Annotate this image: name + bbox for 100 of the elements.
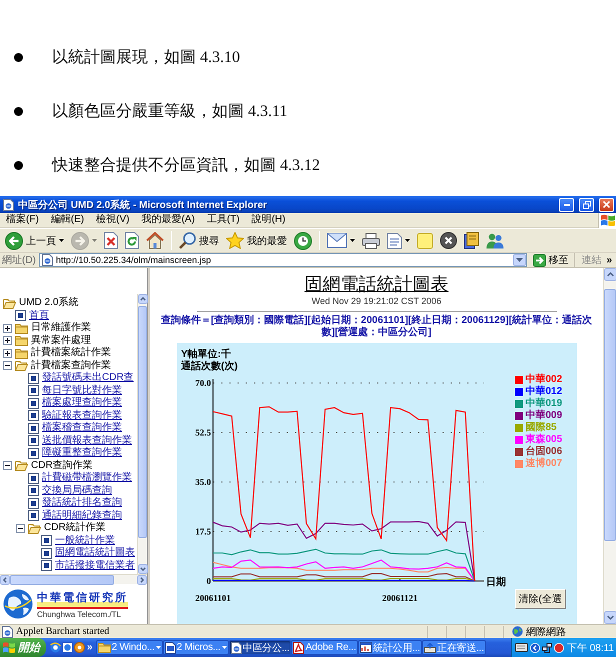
star-icon <box>226 232 244 249</box>
tree-link[interactable]: 檔案稽查查詢作業 <box>42 422 122 434</box>
plus-box-icon[interactable] <box>3 324 12 333</box>
tree-link[interactable]: 驗証報表查詢作業 <box>42 410 122 422</box>
start-button[interactable]: 開始 <box>0 638 46 657</box>
scroll-up-icon[interactable] <box>604 268 616 281</box>
menu-item[interactable]: 我的最愛(A) <box>135 213 201 227</box>
keyboard-icon[interactable] <box>514 643 528 652</box>
tree-folder-label[interactable]: 日常維護作業 <box>31 322 91 334</box>
scroll-left-icon[interactable] <box>0 575 10 585</box>
dropdown-button[interactable] <box>513 254 526 266</box>
search-button[interactable]: 搜尋 <box>177 230 221 252</box>
tree-link[interactable]: 發話號碼未出CDR查 <box>42 372 134 384</box>
page-icon <box>28 410 39 422</box>
history-button[interactable] <box>292 230 314 252</box>
tree-folder-label[interactable]: 異常案件處理 <box>31 334 91 347</box>
scroll-down-icon[interactable] <box>138 564 148 574</box>
stop-button[interactable] <box>102 230 120 252</box>
plus-box-icon[interactable] <box>3 348 12 358</box>
tree-folder-label[interactable]: CDR統計作業 <box>44 522 106 534</box>
address-label: 網址(D) <box>2 254 36 267</box>
tree-folder-label[interactable]: CDR查詢作業 <box>31 460 93 472</box>
tree-link[interactable]: 一般統計作業 <box>55 534 115 547</box>
x-tick-label: 20061121 <box>382 593 418 603</box>
tree-link[interactable]: 固網電話統計圖表 <box>55 547 135 560</box>
scrollbar-thumb[interactable] <box>604 289 616 541</box>
taskbar-button[interactable]: 中區分公... <box>228 640 292 655</box>
search-icon <box>179 232 196 249</box>
taskbar-button[interactable]: 正在寄送... <box>422 640 486 655</box>
tree-folder-label[interactable]: UMD 2.0系統 <box>19 297 78 310</box>
tree-link[interactable]: 發話統計排名查詢 <box>42 497 122 510</box>
circle-icon[interactable] <box>554 642 564 652</box>
go-button[interactable]: 移至 <box>530 253 572 267</box>
tree-link[interactable]: 市話撥接電信業者 <box>55 560 135 572</box>
favorites-button[interactable]: 我的最愛 <box>224 230 289 252</box>
open-folder-icon <box>15 460 28 472</box>
page-icon <box>28 422 39 434</box>
tree-link[interactable]: 檔案處理查詢作業 <box>42 397 122 410</box>
chart-window-icon <box>360 642 372 653</box>
tree-link[interactable]: 通話明細紀錄查詢 <box>42 510 122 522</box>
y-tick-label: 35.0 <box>194 477 210 487</box>
legend-label: 東森005 <box>526 434 562 446</box>
close-button[interactable] <box>599 198 614 212</box>
tree-link[interactable]: 每日字號比對作業 <box>42 384 122 397</box>
x-circle-button[interactable] <box>438 230 459 252</box>
home-button[interactable] <box>144 230 166 252</box>
taskbar-button[interactable]: Adobe Re... <box>291 640 358 655</box>
legend-label: 國際85 <box>526 422 557 434</box>
minus-box-icon[interactable] <box>16 524 25 533</box>
tree-folder-label[interactable]: 計費檔案統計作業 <box>31 347 111 360</box>
minimize-button[interactable] <box>559 198 574 212</box>
menu-item[interactable]: 檔案(F) <box>0 213 45 227</box>
vertical-scrollbar[interactable] <box>603 268 616 624</box>
clear-button[interactable]: 清除(全選 <box>514 589 566 609</box>
folder-icon <box>98 642 111 653</box>
research-button[interactable] <box>462 230 481 252</box>
menu-item[interactable]: 檢視(V) <box>90 213 136 227</box>
vertical-scrollbar[interactable] <box>137 294 147 574</box>
menu-item[interactable]: 編輯(E) <box>44 213 90 227</box>
menu-item[interactable]: 工具(T) <box>200 213 246 227</box>
tree-link[interactable]: 送批價報表查詢作業 <box>42 434 132 447</box>
restore-button[interactable] <box>579 198 594 212</box>
page-icon <box>28 472 39 484</box>
taskbar-button[interactable]: 統計公用... <box>358 640 422 655</box>
y-tick-label: 70.0 <box>194 378 210 388</box>
x-axis-title: 日期 <box>486 577 506 588</box>
scroll-right-icon[interactable] <box>137 575 147 585</box>
note-icon <box>417 232 433 248</box>
printer-icon <box>362 232 380 248</box>
square-dot-icon[interactable] <box>62 642 73 653</box>
open-folder-icon <box>28 522 41 534</box>
y-tick-label: 0 <box>206 576 210 586</box>
back-button[interactable]: 上一頁 <box>3 230 66 252</box>
network-icon[interactable] <box>542 642 552 652</box>
tree-link[interactable]: 計費磁帶檔瀏覽作業 <box>42 472 132 484</box>
scrollbar-thumb[interactable] <box>138 306 147 538</box>
minus-box-icon[interactable] <box>3 461 12 470</box>
refresh-button[interactable] <box>123 230 141 252</box>
tree-link[interactable]: 障礙重整查詢作業 <box>42 447 122 460</box>
taskbar-button[interactable]: 2 Windo... <box>96 640 163 655</box>
ring-icon[interactable] <box>50 642 61 653</box>
bullet-text: 以顏色區分嚴重等級，如圖 4.3.11 <box>52 102 288 122</box>
menu-item[interactable]: 說明(H) <box>246 213 292 227</box>
scroll-up-icon[interactable] <box>138 294 148 304</box>
plus-box-icon[interactable] <box>3 336 12 346</box>
address-field[interactable]: http://10.50.225.34/olm/mainscreen.jsp <box>38 253 528 267</box>
more-button[interactable]: » <box>86 642 94 653</box>
bullet-icon <box>14 52 23 62</box>
circle-chevron-icon[interactable] <box>530 642 540 652</box>
disc-icon[interactable] <box>74 642 85 653</box>
taskbar-button[interactable]: 2 Micros... <box>162 640 229 655</box>
scroll-down-icon[interactable] <box>604 611 616 624</box>
more-button[interactable]: » <box>604 254 614 266</box>
scrollbar-thumb[interactable] <box>10 575 114 585</box>
tree-link[interactable]: 首頁 <box>29 310 49 322</box>
page-icon <box>28 385 39 396</box>
tree-folder-label[interactable]: 計費檔案查詢作業 <box>31 360 111 372</box>
minus-box-icon[interactable] <box>3 361 12 370</box>
horizontal-scrollbar[interactable] <box>0 574 147 584</box>
tree-link[interactable]: 交換局局碼查詢 <box>42 484 112 497</box>
